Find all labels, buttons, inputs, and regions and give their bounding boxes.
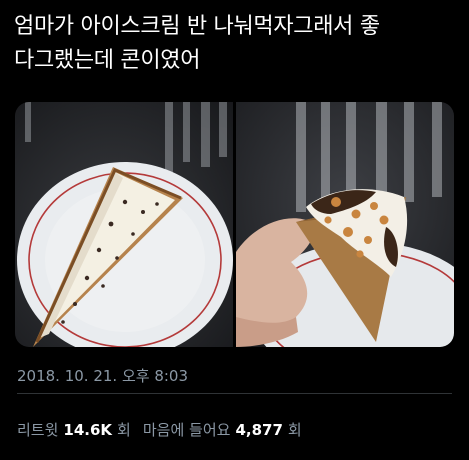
likes-unit: 회 <box>287 421 302 439</box>
tweet-photo-1[interactable] <box>15 102 233 347</box>
retweets-unit: 회 <box>117 421 131 439</box>
tweet-text: 엄마가 아이스크림 반 나눠먹자그래서 좋 다그랬는데 콘이였어 <box>14 14 380 73</box>
ice-cream-cake-slice-photo <box>15 102 233 347</box>
likes-label: 마음에 들어요 <box>142 421 231 439</box>
tweet-timestamp[interactable]: 2018. 10. 21. 오후 8:03 <box>17 365 188 386</box>
retweet-count[interactable]: 리트윗 14.6K 회 <box>17 419 131 440</box>
retweets-label: 리트윗 <box>17 421 59 439</box>
like-count[interactable]: 마음에 들어요 4,877 회 <box>143 419 302 440</box>
tweet-stats: 리트윗 14.6K 회 마음에 들어요 4,877 회 <box>17 419 302 440</box>
divider <box>17 393 452 394</box>
ice-cream-cone-half-photo <box>236 102 454 347</box>
tweet-media-grid <box>15 102 454 347</box>
retweets-value: 14.6K <box>63 421 113 439</box>
likes-value: 4,877 <box>235 421 283 439</box>
tweet-photo-2[interactable] <box>236 102 454 347</box>
